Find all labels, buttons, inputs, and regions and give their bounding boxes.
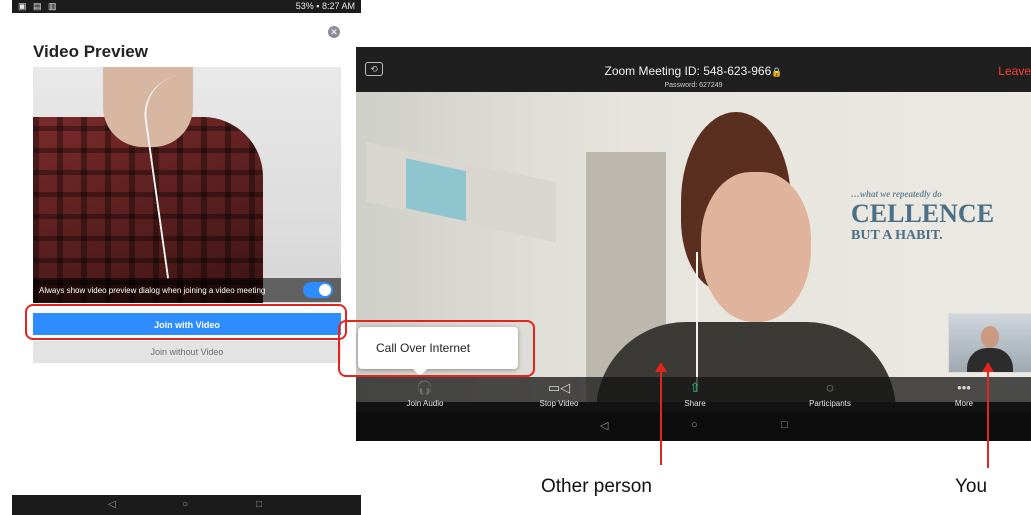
home-icon[interactable]: ○ [691, 419, 698, 431]
wall-shelf [366, 141, 556, 243]
earphone-cable [696, 252, 698, 392]
join-audio-button[interactable]: 🎧 Join Audio [380, 380, 470, 408]
phone-status-bar: ▣ ▤ ▥ 53% ▪ 8:27 AM [12, 0, 361, 13]
highlight-join-with-video [25, 304, 347, 340]
meeting-id: Zoom Meeting ID: 548-623-966🔒 [356, 64, 1031, 78]
recents-icon[interactable]: □ [781, 419, 788, 431]
more-label: More [954, 399, 974, 408]
status-time: 53% ▪ 8:27 AM [295, 1, 355, 11]
always-show-preview-toggle[interactable] [303, 282, 333, 298]
meeting-window: …what we repeatedly do CELLENCE BUT A HA… [356, 47, 1031, 441]
stop-video-label: Stop Video [539, 399, 579, 408]
arrow-you-line [987, 370, 989, 468]
stop-video-button[interactable]: ▭◁ Stop Video [514, 380, 604, 408]
status-icons: ▣ ▤ ▥ [18, 1, 59, 11]
participants-button[interactable]: ◌ Participants [785, 380, 875, 408]
meeting-password: Password: 627249 [664, 82, 723, 89]
share-label: Share [684, 399, 706, 408]
tablet-nav-bar: ◁ ○ □ [356, 412, 1031, 441]
share-button[interactable]: ⇧ Share [650, 380, 740, 408]
headphones-icon: 🎧 [416, 380, 434, 395]
other-person-label: Other person [541, 476, 652, 497]
wall-quote-line1: …what we repeatedly do [851, 189, 942, 199]
toggle-label: Always show video preview dialog when jo… [39, 286, 266, 295]
join-without-video-button[interactable]: Join without Video [33, 341, 341, 363]
person-face [701, 172, 811, 322]
share-icon: ⇧ [689, 380, 701, 395]
back-icon[interactable]: ◁ [600, 419, 608, 432]
you-label: You [955, 476, 988, 497]
close-icon[interactable]: ✕ [328, 26, 340, 38]
wall-quote-line3: BUT A HABIT. [851, 228, 943, 244]
phone-nav-bar: ◁ ○ □ [12, 495, 361, 515]
arrow-other-person-line [660, 370, 662, 465]
video-camera-icon: ▭◁ [547, 380, 571, 395]
back-icon[interactable]: ◁ [108, 499, 116, 510]
preview-toggle-row: Always show video preview dialog when jo… [33, 278, 341, 302]
highlight-call-over-internet [338, 320, 535, 377]
recents-icon[interactable]: □ [256, 499, 262, 510]
meeting-id-text: Zoom Meeting ID: 548-623-966 [604, 64, 772, 78]
home-icon[interactable]: ○ [182, 499, 188, 510]
self-head [981, 326, 999, 348]
participants-label: Participants [809, 399, 851, 408]
page-title: Video Preview [33, 42, 148, 61]
meeting-toolbar: 🎧 Join Audio ▭◁ Stop Video ⇧ Share ◌ Par… [356, 377, 1031, 412]
more-icon: ••• [957, 380, 971, 395]
video-preview-feed [33, 67, 341, 303]
wall-quote-line2: CELLENCE [851, 198, 995, 228]
meeting-top-bar: ⟲ Zoom Meeting ID: 548-623-966🔒 Password… [356, 47, 1031, 92]
toggle-knob [319, 284, 331, 296]
more-button[interactable]: ••• More [919, 380, 1009, 408]
participants-icon: ◌ [826, 380, 834, 395]
shelf-box [406, 158, 466, 222]
leave-button[interactable]: Leave [998, 64, 1031, 78]
wall-quote: …what we repeatedly do CELLENCE BUT A HA… [851, 189, 995, 244]
lock-icon: 🔒 [771, 67, 783, 77]
join-audio-label: Join Audio [406, 399, 444, 408]
